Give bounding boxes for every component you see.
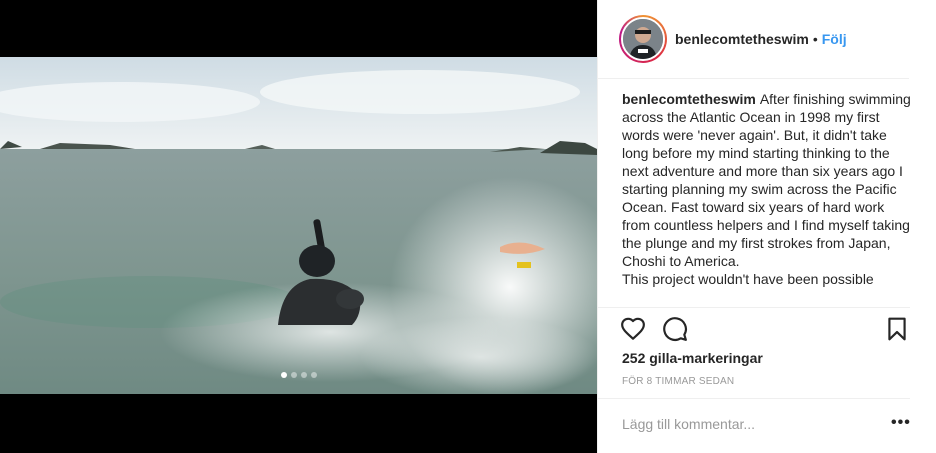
caption-text: After finishing swimming across the Atla…	[622, 91, 911, 269]
divider	[598, 398, 910, 399]
bookmark-icon[interactable]	[884, 316, 910, 342]
carousel-indicator	[0, 372, 597, 378]
divider	[598, 307, 910, 308]
comment-input[interactable]	[622, 413, 882, 435]
caption: benlecomtetheswim After finishing swimmin…	[622, 90, 912, 305]
action-bar	[620, 316, 910, 344]
comment-bubble-icon[interactable]	[662, 316, 688, 342]
carousel-dot[interactable]	[280, 372, 287, 378]
header-separator: •	[812, 31, 818, 47]
likes-count[interactable]: 252 gilla-markeringar	[622, 350, 763, 366]
avatar[interactable]	[621, 17, 665, 61]
story-ring[interactable]	[619, 15, 667, 63]
post-timestamp[interactable]: FÖR 8 TIMMAR SEDAN	[622, 376, 734, 387]
swimmers-photo	[0, 57, 597, 394]
carousel-dot[interactable]	[300, 372, 307, 378]
carousel-dot[interactable]	[310, 372, 317, 378]
caption-username[interactable]: benlecomtetheswim	[622, 91, 756, 107]
heart-icon[interactable]	[620, 316, 646, 342]
caption-text-continued: This project wouldn't have been possible	[622, 271, 874, 287]
post-side-panel: benlecomtetheswim • Följ benlecomtethesw…	[597, 0, 936, 453]
follow-button[interactable]: Följ	[822, 31, 847, 47]
more-options-icon[interactable]: •••	[891, 414, 911, 432]
header-username[interactable]: benlecomtetheswim	[675, 31, 809, 47]
post-media-area	[0, 0, 597, 453]
carousel-dot[interactable]	[290, 372, 297, 378]
post-photo[interactable]	[0, 57, 597, 394]
profile-photo	[623, 19, 663, 59]
post-header: benlecomtetheswim • Följ	[598, 0, 909, 79]
